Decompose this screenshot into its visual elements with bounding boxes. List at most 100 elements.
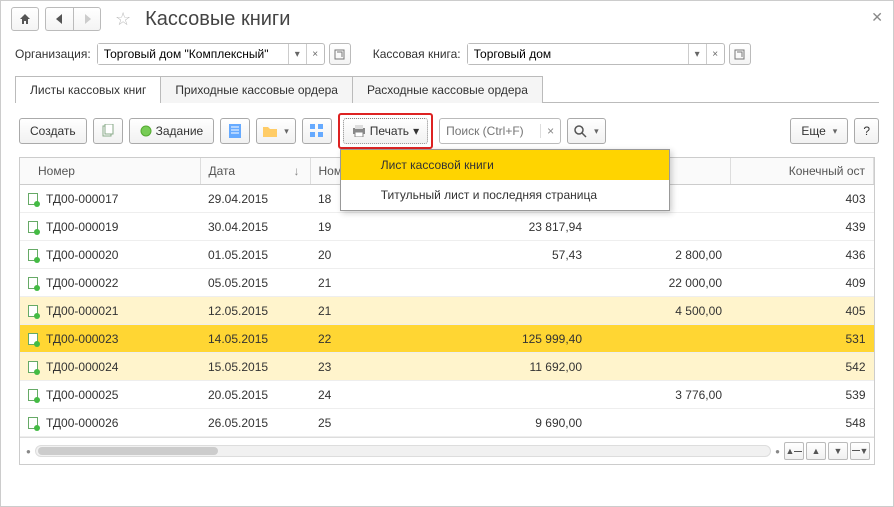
- scroll-bottom-button[interactable]: ▼: [850, 442, 870, 460]
- more-button[interactable]: Еще ▾: [790, 118, 848, 144]
- col-final[interactable]: Конечный ост: [730, 158, 874, 185]
- cell-final: 548: [730, 409, 874, 437]
- table-row[interactable]: ТД00-00002520.05.2015243 776,00539: [20, 381, 874, 409]
- cell-date: 05.05.2015: [200, 269, 310, 297]
- org-clear-icon[interactable]: ×: [306, 44, 324, 64]
- search-input[interactable]: [440, 124, 540, 138]
- cell-number: ТД00-000022: [20, 269, 200, 297]
- cell-c5: [590, 409, 730, 437]
- cell-c5: [590, 325, 730, 353]
- task-button[interactable]: Задание: [129, 118, 215, 144]
- cell-final: 405: [730, 297, 874, 325]
- cell-c4: [430, 269, 590, 297]
- cell-sheet: 23: [310, 353, 430, 381]
- cell-sheet: 24: [310, 381, 430, 409]
- search-button[interactable]: ▾: [567, 118, 606, 144]
- cell-final: 436: [730, 241, 874, 269]
- cell-date: 15.05.2015: [200, 353, 310, 381]
- print-label: Печать: [370, 124, 409, 138]
- folder-button[interactable]: ▾: [256, 118, 296, 144]
- cell-c5: 22 000,00: [590, 269, 730, 297]
- scroll-right-dot[interactable]: ●: [773, 447, 782, 456]
- favorite-star-icon[interactable]: ☆: [115, 9, 131, 30]
- cell-number: ТД00-000020: [20, 241, 200, 269]
- cell-c4: 125 999,40: [430, 325, 590, 353]
- tab-income[interactable]: Приходные кассовые ордера: [160, 76, 353, 103]
- book-clear-icon[interactable]: ×: [706, 44, 724, 64]
- tree-button[interactable]: [302, 118, 332, 144]
- table-row[interactable]: ТД00-00002205.05.20152122 000,00409: [20, 269, 874, 297]
- search-box[interactable]: ×: [439, 118, 561, 144]
- book-dropdown-icon[interactable]: ▾: [688, 44, 706, 64]
- scroll-left-dot[interactable]: ●: [24, 447, 33, 456]
- tab-panel: Создать Задание ▾ Печать: [15, 102, 879, 465]
- cell-number: ТД00-000017: [20, 185, 200, 213]
- cell-final: 542: [730, 353, 874, 381]
- col-date[interactable]: Дата↓: [200, 158, 310, 185]
- forward-button[interactable]: [73, 7, 101, 31]
- table-row[interactable]: ТД00-00002314.05.201522125 999,40531: [20, 325, 874, 353]
- document-icon: [28, 305, 38, 317]
- print-menu-title[interactable]: Титульный лист и последняя страница: [341, 180, 669, 210]
- search-clear-icon[interactable]: ×: [540, 124, 560, 138]
- scrollbar-thumb[interactable]: [38, 447, 218, 455]
- cell-c4: 57,43: [430, 241, 590, 269]
- tab-expense[interactable]: Расходные кассовые ордера: [352, 76, 543, 103]
- print-menu-sheet[interactable]: Лист кассовой книги: [341, 150, 669, 180]
- book-combo[interactable]: ▾ ×: [467, 43, 725, 65]
- org-dropdown-icon[interactable]: ▾: [288, 44, 306, 64]
- scroll-down-button[interactable]: ▼: [828, 442, 848, 460]
- copy-button[interactable]: [93, 118, 123, 144]
- print-button[interactable]: Печать ▾: [343, 118, 428, 144]
- cell-date: 12.05.2015: [200, 297, 310, 325]
- cell-c4: [430, 381, 590, 409]
- tab-sheets[interactable]: Листы кассовых книг: [15, 76, 161, 103]
- org-open-button[interactable]: [329, 43, 351, 65]
- cell-sheet: 19: [310, 213, 430, 241]
- col-number[interactable]: Номер: [20, 158, 200, 185]
- search-icon: [574, 125, 587, 138]
- sort-arrow-icon: ↓: [294, 164, 300, 178]
- book-label: Кассовая книга:: [373, 47, 461, 61]
- cell-c4: 11 692,00: [430, 353, 590, 381]
- print-button-highlight: Печать ▾ Лист кассовой книги Титульный л…: [338, 113, 433, 149]
- book-input[interactable]: [468, 44, 688, 64]
- cell-date: 14.05.2015: [200, 325, 310, 353]
- scroll-up-button[interactable]: ▲: [806, 442, 826, 460]
- table-row[interactable]: ТД00-00002415.05.20152311 692,00542: [20, 353, 874, 381]
- printer-icon: [352, 125, 366, 137]
- document-icon: [28, 277, 38, 289]
- cell-c4: 23 817,94: [430, 213, 590, 241]
- chevron-down-icon: ▾: [413, 124, 419, 138]
- document-icon: [28, 361, 38, 373]
- cell-c4: [430, 297, 590, 325]
- org-combo[interactable]: ▾ ×: [97, 43, 325, 65]
- close-button[interactable]: ✕: [871, 9, 883, 26]
- cell-final: 409: [730, 269, 874, 297]
- document-icon: [28, 221, 38, 233]
- print-dropdown: Лист кассовой книги Титульный лист и пос…: [340, 149, 670, 211]
- cell-final: 531: [730, 325, 874, 353]
- chevron-down-icon: ▾: [833, 126, 838, 137]
- table-row[interactable]: ТД00-00001930.04.20151923 817,94439: [20, 213, 874, 241]
- list-button[interactable]: [220, 118, 250, 144]
- help-button[interactable]: ?: [854, 118, 879, 144]
- book-open-button[interactable]: [729, 43, 751, 65]
- table-row[interactable]: ТД00-00002112.05.2015214 500,00405: [20, 297, 874, 325]
- table-row[interactable]: ТД00-00002626.05.2015259 690,00548: [20, 409, 874, 437]
- cell-date: 01.05.2015: [200, 241, 310, 269]
- back-button[interactable]: [45, 7, 73, 31]
- home-button[interactable]: [11, 7, 39, 31]
- org-input[interactable]: [98, 44, 288, 64]
- create-button[interactable]: Создать: [19, 118, 87, 144]
- scroll-top-button[interactable]: ▲: [784, 442, 804, 460]
- h-scrollbar[interactable]: [35, 445, 771, 457]
- app-window: ☆ Кассовые книги ✕ Организация: ▾ × Касс…: [0, 0, 894, 507]
- cell-sheet: 20: [310, 241, 430, 269]
- cell-number: ТД00-000026: [20, 409, 200, 437]
- cell-sheet: 22: [310, 325, 430, 353]
- table-row[interactable]: ТД00-00002001.05.20152057,432 800,00436: [20, 241, 874, 269]
- document-icon: [28, 389, 38, 401]
- filter-bar: Организация: ▾ × Кассовая книга: ▾ ×: [1, 37, 893, 75]
- cell-number: ТД00-000019: [20, 213, 200, 241]
